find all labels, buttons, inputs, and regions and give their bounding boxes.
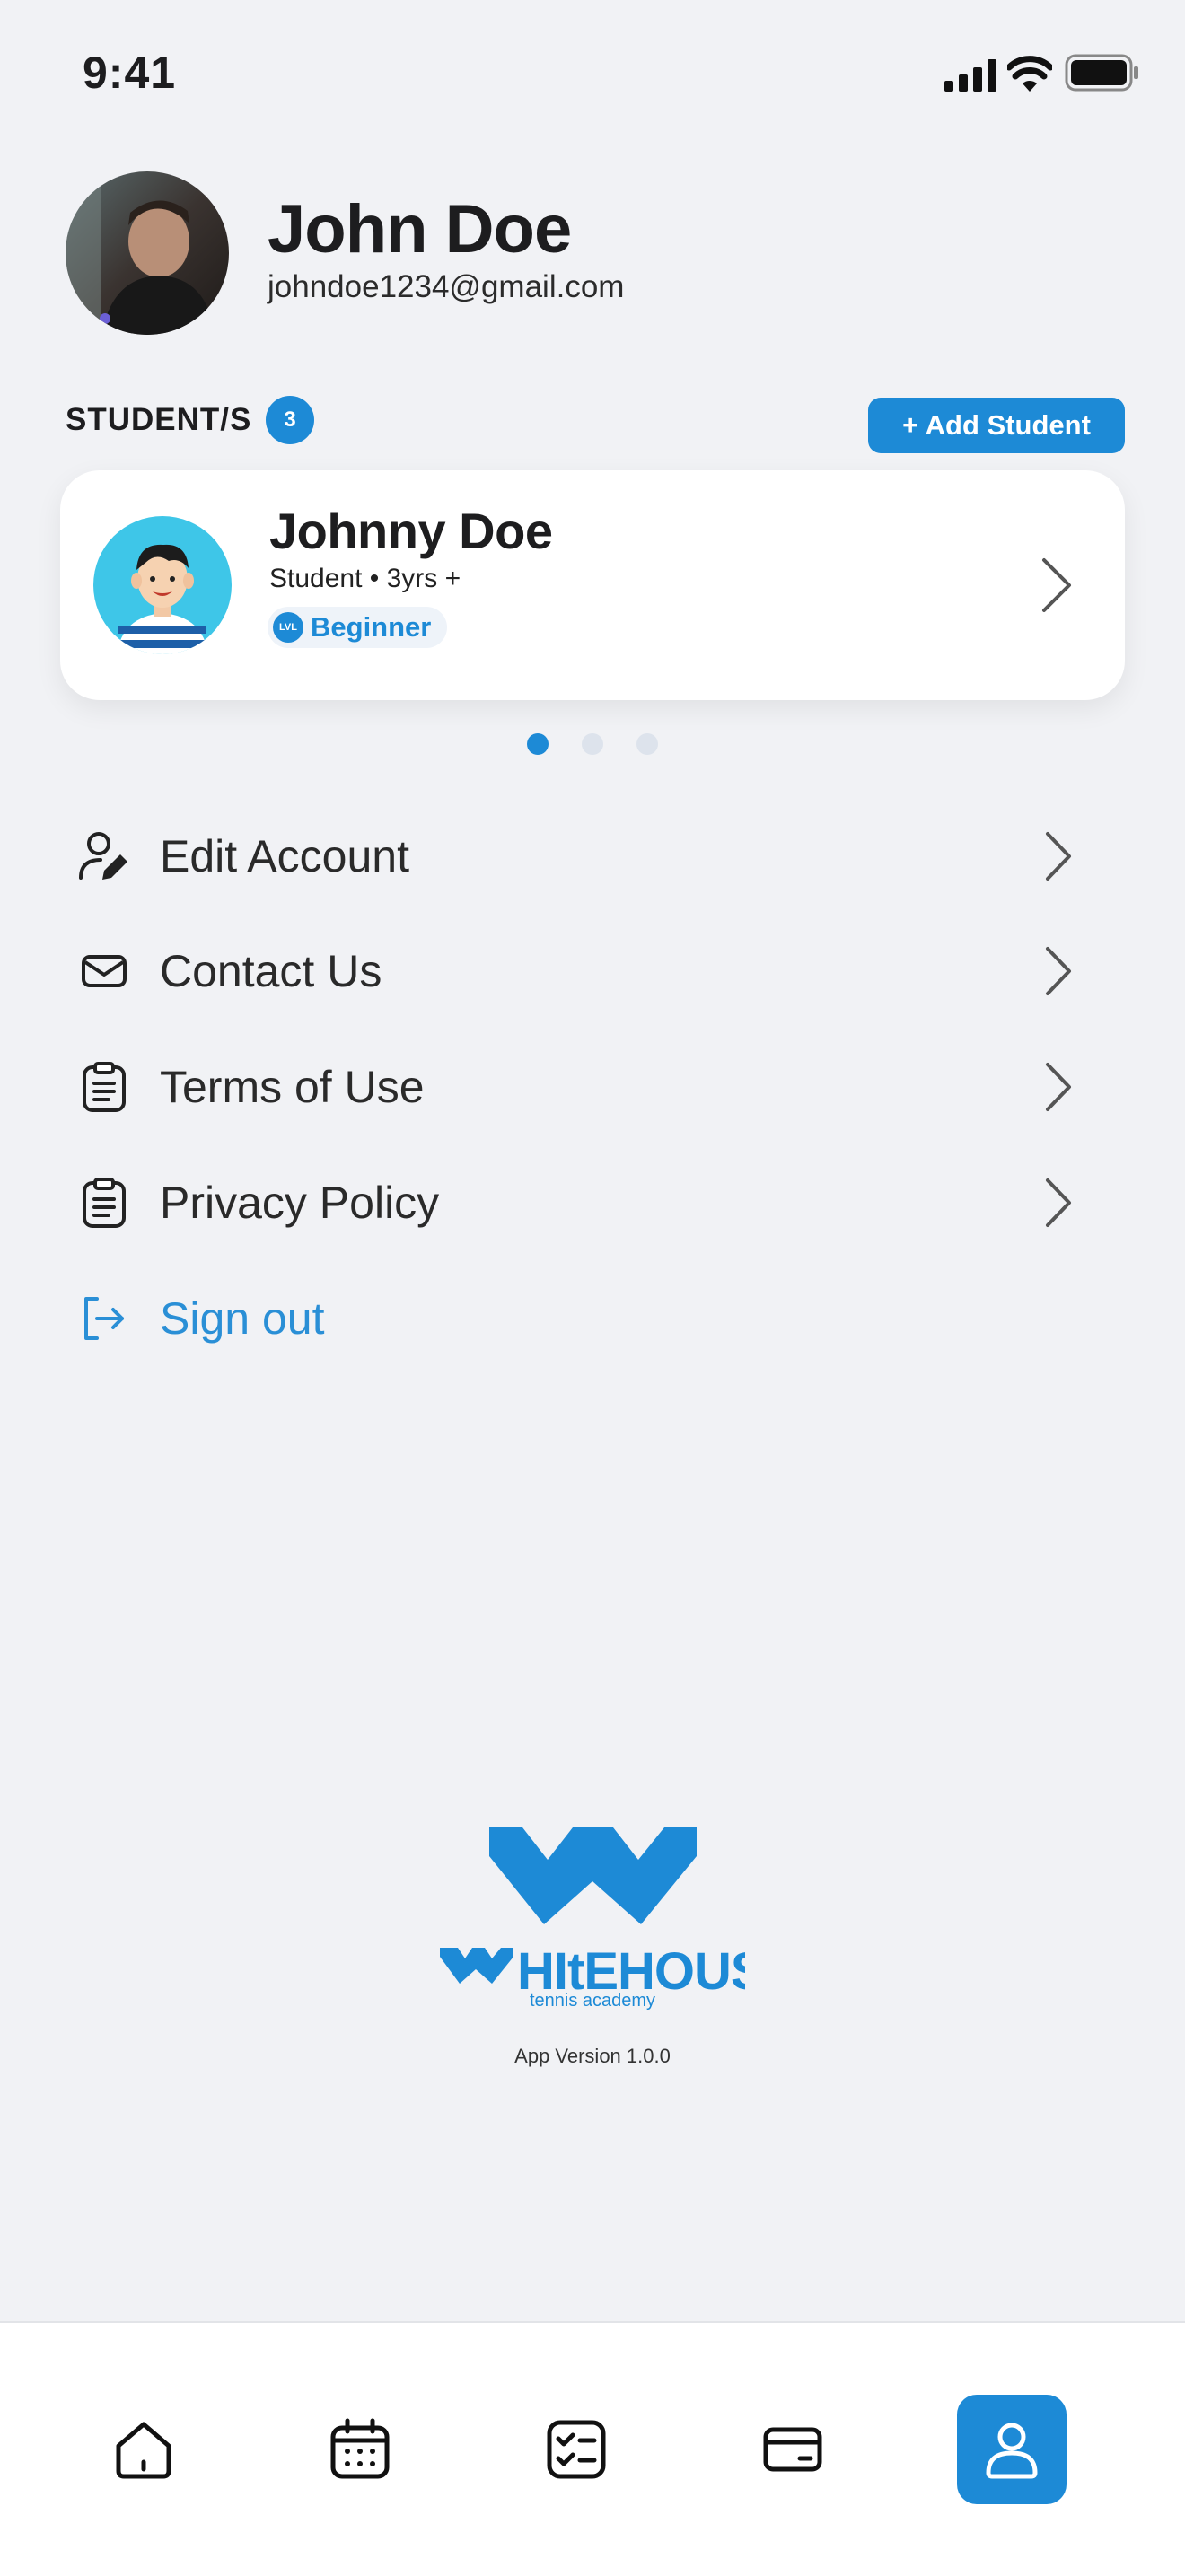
logout-icon xyxy=(77,1292,131,1345)
calendar-icon xyxy=(330,2418,390,2479)
chevron-right-icon xyxy=(1046,832,1071,881)
status-time: 9:41 xyxy=(83,48,177,98)
level-badge: LVL Beginner xyxy=(268,607,448,648)
app-version: App Version 1.0.0 xyxy=(514,2045,671,2067)
brand-tagline: tennis academy xyxy=(529,1991,656,2011)
menu-item-contact-us[interactable]: Contact Us xyxy=(77,931,1074,1012)
clipboard-icon xyxy=(77,1060,131,1114)
menu-item-edit-account[interactable]: Edit Account xyxy=(77,816,1074,897)
profile-name: John Doe xyxy=(268,191,572,267)
profile-icon xyxy=(986,2423,1038,2479)
menu-label: Privacy Policy xyxy=(160,1178,440,1228)
tab-payments[interactable] xyxy=(738,2395,847,2504)
tab-tasks[interactable] xyxy=(522,2395,631,2504)
students-count-badge: 3 xyxy=(266,396,314,444)
sign-out-label: Sign out xyxy=(160,1293,325,1344)
bottom-tab-bar xyxy=(0,2321,1185,2576)
level-icon: LVL xyxy=(273,612,303,643)
profile-avatar[interactable] xyxy=(66,171,229,335)
add-student-button[interactable]: + Add Student xyxy=(868,398,1125,453)
home-icon xyxy=(116,2422,171,2479)
chevron-right-icon xyxy=(1042,558,1071,612)
student-name: Johnny Doe xyxy=(269,503,553,559)
checklist-icon xyxy=(547,2420,606,2479)
chevron-right-icon xyxy=(1046,1063,1071,1111)
student-avatar xyxy=(93,516,232,654)
menu-label: Terms of Use xyxy=(160,1062,425,1112)
carousel-dot-2[interactable] xyxy=(582,733,603,755)
carousel-dot-3[interactable] xyxy=(636,733,658,755)
students-section-label: STUDENT/S xyxy=(66,402,252,437)
wifi-icon xyxy=(1007,56,1052,92)
tab-home[interactable] xyxy=(89,2395,198,2504)
menu-label: Edit Account xyxy=(160,831,409,881)
menu-label: Contact Us xyxy=(160,946,382,996)
chevron-right-icon xyxy=(1046,1178,1071,1227)
tab-profile[interactable] xyxy=(957,2395,1066,2504)
signal-icon xyxy=(944,59,996,92)
student-meta: Student • 3yrs + xyxy=(269,564,461,593)
mail-icon xyxy=(77,944,131,998)
card-icon xyxy=(763,2427,822,2472)
battery-icon xyxy=(1065,54,1138,92)
tab-calendar[interactable] xyxy=(305,2395,415,2504)
level-label: Beginner xyxy=(311,611,432,643)
menu-item-terms-of-use[interactable]: Terms of Use xyxy=(77,1047,1074,1127)
user-edit-icon xyxy=(77,829,131,883)
clipboard-icon xyxy=(77,1176,131,1230)
sign-out-button[interactable]: Sign out xyxy=(77,1278,1074,1359)
carousel-dot-1[interactable] xyxy=(527,733,549,755)
student-card[interactable]: Johnny Doe Student • 3yrs + LVL Beginner xyxy=(60,470,1125,700)
profile-email: johndoe1234@gmail.com xyxy=(268,269,625,304)
chevron-right-icon xyxy=(1046,947,1071,995)
menu-item-privacy-policy[interactable]: Privacy Policy xyxy=(77,1162,1074,1243)
